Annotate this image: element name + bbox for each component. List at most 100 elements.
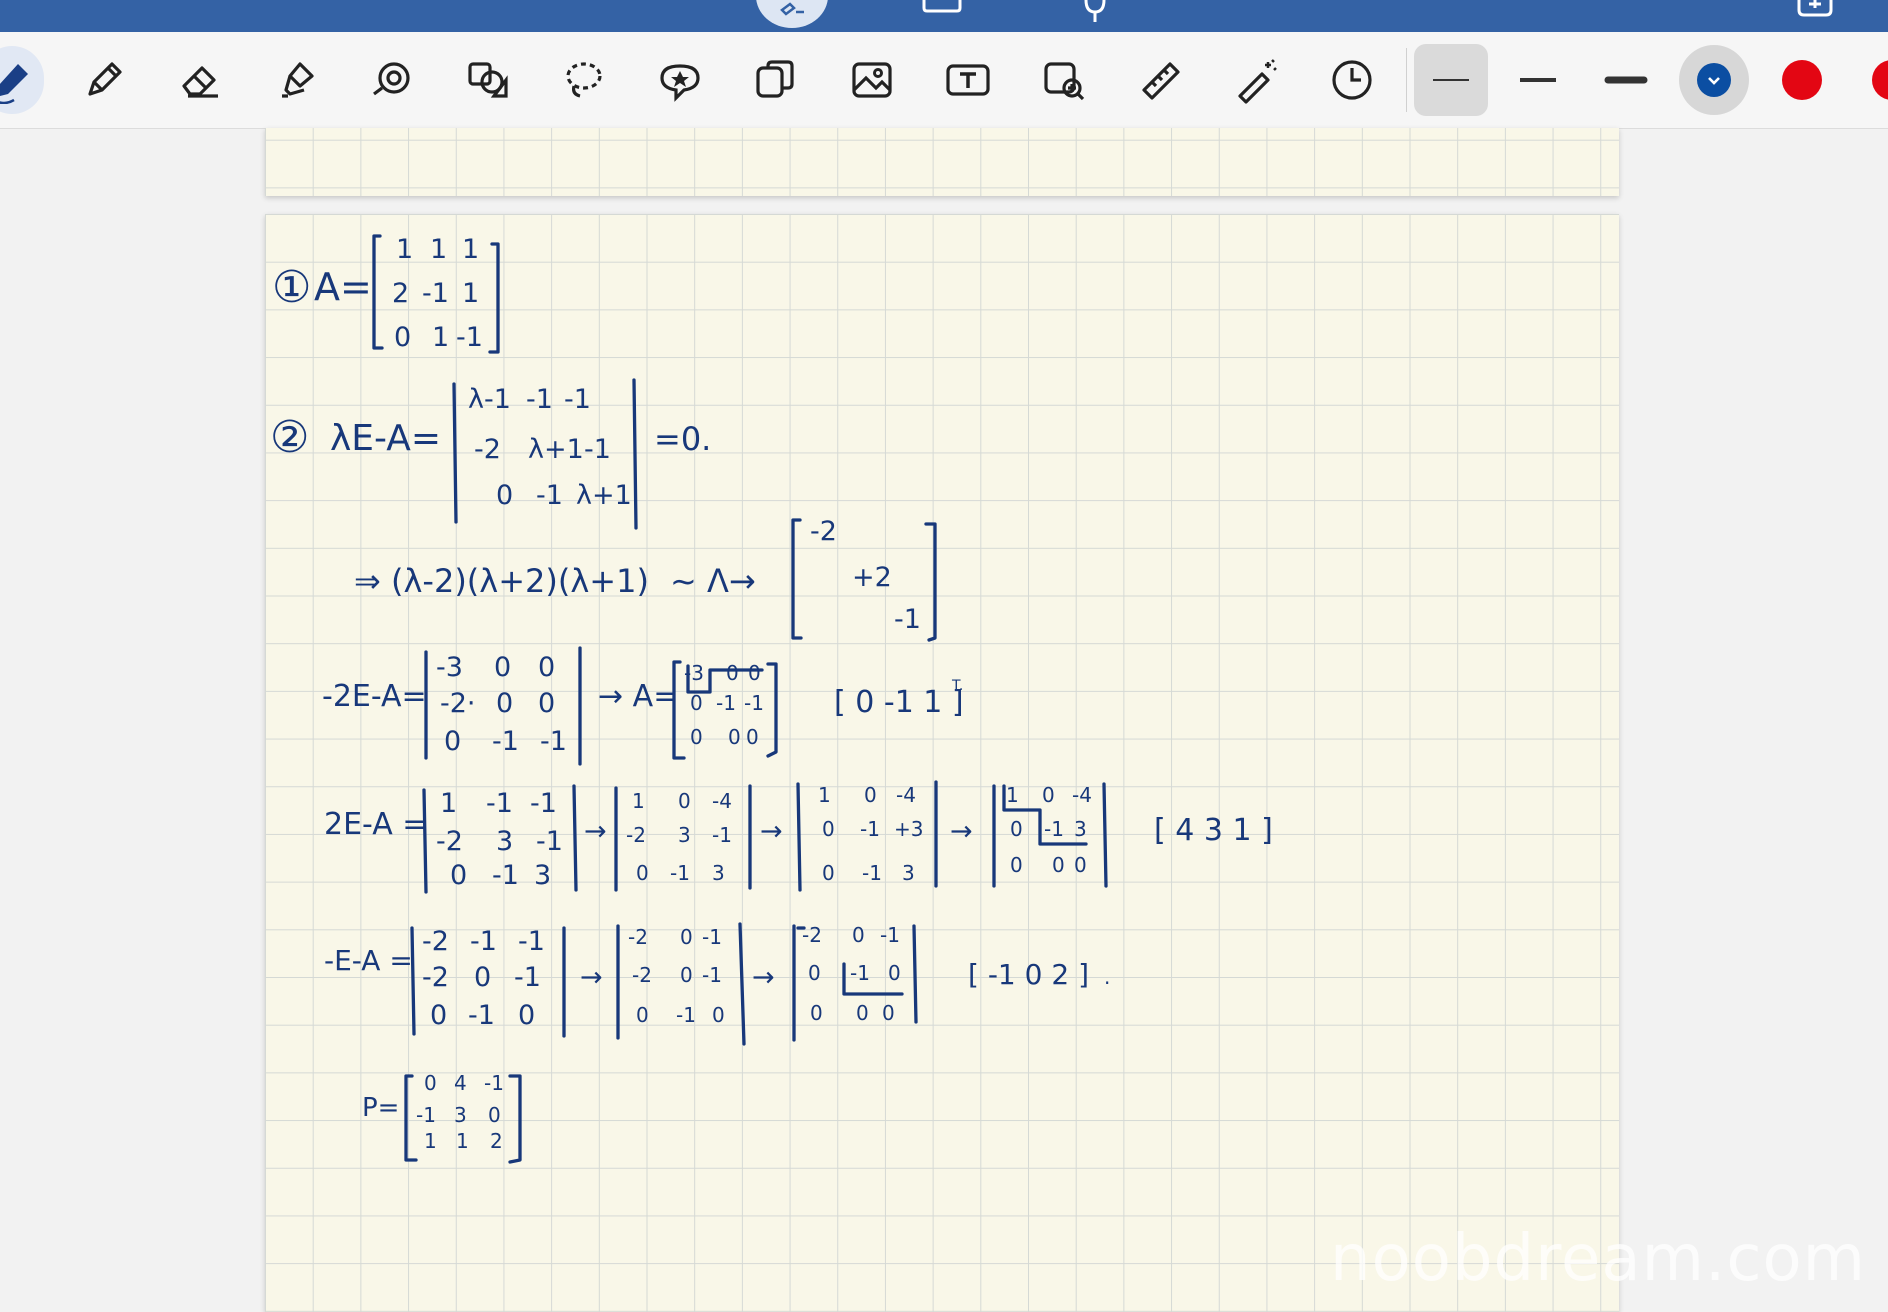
- row6-vector-end: .: [1104, 965, 1110, 989]
- row6-m1: -2 -1 -1 -2 0 -1 0 -1 0: [422, 926, 545, 1031]
- svg-text:-2: -2: [810, 516, 837, 547]
- step2-label: ②: [270, 412, 309, 463]
- svg-text:-2: -2: [474, 434, 501, 465]
- row4-reduced: -3 0 0 0 -1 -1 0 0 0: [684, 661, 764, 749]
- svg-text:0: 0: [882, 1001, 895, 1025]
- row4-vector-sup: T.: [951, 678, 963, 694]
- handwriting-canvas: ① A= 1 1 1 2 -1 1 0 1 -1 ② λE-A= λ-1 -1 …: [270, 234, 1273, 1164]
- svg-text:1: 1: [1006, 783, 1019, 807]
- svg-text:-4: -4: [712, 789, 732, 813]
- svg-text:1: 1: [818, 783, 831, 807]
- svg-text:-1: -1: [536, 480, 563, 511]
- row4-arrow: → A=: [598, 679, 678, 714]
- svg-text:-2: -2: [628, 925, 648, 949]
- svg-text:1: 1: [462, 278, 479, 309]
- svg-text:3: 3: [496, 826, 513, 857]
- svg-text:0: 0: [728, 725, 741, 749]
- svg-text:3: 3: [1074, 817, 1087, 841]
- svg-text:-1: -1: [456, 322, 483, 353]
- svg-text:0: 0: [822, 861, 835, 885]
- step2-det: λ-1 -1 -1 -2 λ+1 -1 0 -1 λ+1: [468, 384, 632, 511]
- row5-m2: 1 0 -4 -2 3 -1 0 -1 3: [626, 789, 732, 885]
- svg-text:0: 0: [496, 688, 513, 719]
- svg-text:-1: -1: [514, 962, 541, 993]
- svg-text:0: 0: [680, 963, 693, 987]
- svg-text:-1: -1: [540, 726, 567, 757]
- svg-text:-1: -1: [564, 384, 591, 415]
- row6-m2: -2 0 -1 -2 0 -1 0 -1 0: [628, 925, 725, 1027]
- svg-text:-1: -1: [536, 826, 563, 857]
- svg-text:0: 0: [394, 322, 411, 353]
- svg-text:0: 0: [538, 688, 555, 719]
- row6-lhs: -E-A =: [324, 944, 413, 977]
- svg-text:-2: -2: [422, 926, 449, 957]
- row4-lhs: -2E-A=: [322, 679, 427, 714]
- p-matrix: 0 4 -1 -1 3 0 1 1 2: [416, 1071, 504, 1153]
- step3-factor: ⇒ (λ-2)(λ+2)(λ+1): [354, 562, 649, 600]
- row6-arrow-2: →: [752, 962, 775, 993]
- svg-text:-1: -1: [880, 923, 900, 947]
- svg-text:0: 0: [474, 962, 491, 993]
- svg-text:+3: +3: [894, 817, 923, 841]
- svg-text:-1: -1: [518, 926, 545, 957]
- svg-text:3: 3: [712, 861, 725, 885]
- svg-text:-1: -1: [862, 861, 882, 885]
- row5-arrow-1: →: [584, 816, 607, 847]
- svg-text:-2: -2: [422, 962, 449, 993]
- row5-m1: 1 -1 -1 -2 3 -1 0 -1 3: [436, 788, 563, 891]
- svg-text:0: 0: [538, 652, 555, 683]
- svg-text:-4: -4: [1072, 783, 1092, 807]
- svg-text:-2: -2: [632, 963, 652, 987]
- svg-text:-4: -4: [896, 783, 916, 807]
- svg-text:0: 0: [1052, 853, 1065, 877]
- svg-text:-1: -1: [894, 604, 921, 635]
- row4-vector: [ 0 -1 1 ]: [834, 685, 964, 720]
- step3-bracket-right: [924, 522, 937, 642]
- svg-text:-1: -1: [486, 788, 513, 819]
- svg-text:1: 1: [456, 1129, 469, 1153]
- row5-arrow-3: →: [950, 816, 973, 847]
- row5-m4: 1 0 -4 0 -1 3 0 0 0: [1006, 783, 1092, 877]
- svg-text:-1: -1: [526, 384, 553, 415]
- svg-text:-1: -1: [744, 691, 764, 715]
- row6-arrow-1: →: [580, 962, 603, 993]
- step1-bracket-right: [488, 242, 500, 354]
- svg-text:0: 0: [518, 1000, 535, 1031]
- svg-text:2: 2: [392, 278, 409, 309]
- svg-text:-1: -1: [468, 1000, 495, 1031]
- svg-text:0: 0: [748, 661, 761, 685]
- svg-text:-2: -2: [436, 826, 463, 857]
- svg-text:-1: -1: [416, 1103, 436, 1127]
- svg-text:0: 0: [746, 725, 759, 749]
- svg-text:-1: -1: [530, 788, 557, 819]
- svg-text:0: 0: [494, 652, 511, 683]
- svg-text:0: 0: [1010, 853, 1023, 877]
- svg-text:-1: -1: [670, 861, 690, 885]
- step2-det-left: [452, 382, 458, 524]
- svg-text:3: 3: [902, 861, 915, 885]
- svg-text:-1: -1: [484, 1071, 504, 1095]
- svg-text:-1: -1: [702, 963, 722, 987]
- svg-text:1: 1: [430, 234, 447, 265]
- step1-bracket-left: [372, 234, 384, 350]
- svg-text:0: 0: [822, 817, 835, 841]
- svg-text:+2: +2: [852, 562, 892, 593]
- svg-text:-3: -3: [436, 652, 463, 683]
- svg-text:-1: -1: [860, 817, 880, 841]
- step1-matrix: 1 1 1 2 -1 1 0 1 -1: [392, 234, 483, 353]
- svg-text:1: 1: [440, 788, 457, 819]
- svg-text:0: 0: [1042, 783, 1055, 807]
- svg-text:λ-1: λ-1: [468, 384, 511, 415]
- svg-text:1: 1: [632, 789, 645, 813]
- svg-text:1: 1: [396, 234, 413, 265]
- svg-text:0: 0: [852, 923, 865, 947]
- step2-lhs: λE-A=: [330, 418, 441, 459]
- step3-bracket-left: [791, 518, 803, 640]
- svg-text:-1: -1: [716, 691, 736, 715]
- step3-tilde: ~ Λ→: [670, 562, 756, 600]
- svg-text:-2: -2: [802, 923, 822, 947]
- svg-text:1: 1: [424, 1129, 437, 1153]
- step1-label: ①: [272, 262, 311, 313]
- svg-text:-1: -1: [492, 726, 519, 757]
- step2-det-right: [632, 378, 638, 530]
